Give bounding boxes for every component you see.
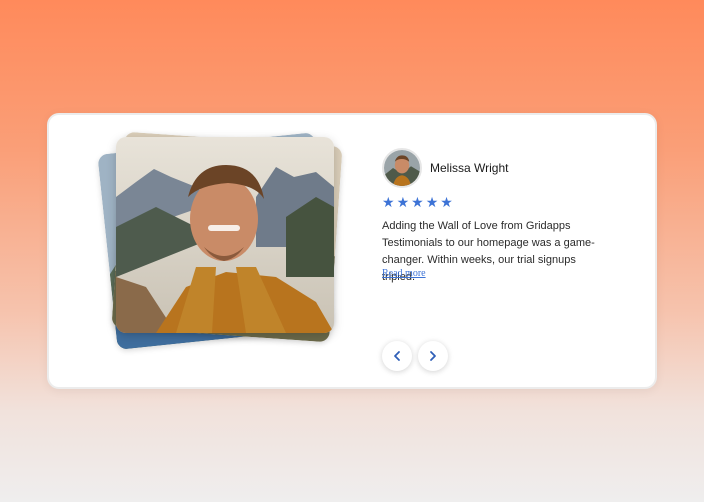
star-icon: ★ bbox=[411, 194, 424, 210]
testimonial-photo bbox=[116, 137, 334, 333]
next-button[interactable] bbox=[418, 341, 448, 371]
star-icon: ★ bbox=[425, 194, 439, 210]
photo-stack bbox=[97, 131, 354, 350]
read-more-link[interactable]: Read more bbox=[382, 268, 426, 279]
star-icon: ★ bbox=[396, 194, 410, 210]
star-icon: ★ bbox=[440, 194, 453, 210]
testimonial-card: Melissa Wright ★ ★ ★ ★ ★ Adding the Wall of … bbox=[47, 113, 657, 389]
star-icon: ★ bbox=[382, 194, 395, 210]
author-avatar bbox=[382, 148, 422, 188]
rating-stars: ★ ★ ★ ★ ★ bbox=[382, 195, 453, 209]
chevron-left-icon bbox=[394, 351, 400, 361]
previous-button[interactable] bbox=[382, 341, 412, 371]
chevron-right-icon bbox=[430, 351, 436, 361]
author-name: Melissa Wright bbox=[430, 161, 509, 175]
author-block: Melissa Wright bbox=[382, 148, 508, 188]
